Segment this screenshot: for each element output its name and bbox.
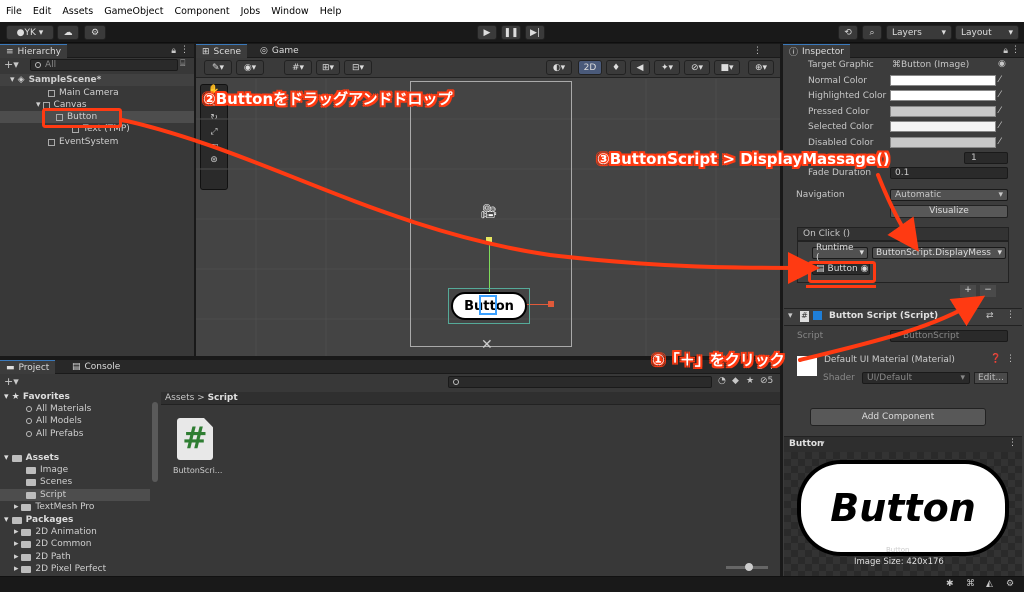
annotation-arrows: [120, 118, 986, 362]
annotation-step3: ③ButtonScript > DisplayMassage(): [597, 150, 890, 168]
annotation-step1: ①「＋」をクリック: [652, 351, 785, 369]
annotation-step2: ②Buttonをドラッグアンドドロップ: [203, 90, 453, 108]
